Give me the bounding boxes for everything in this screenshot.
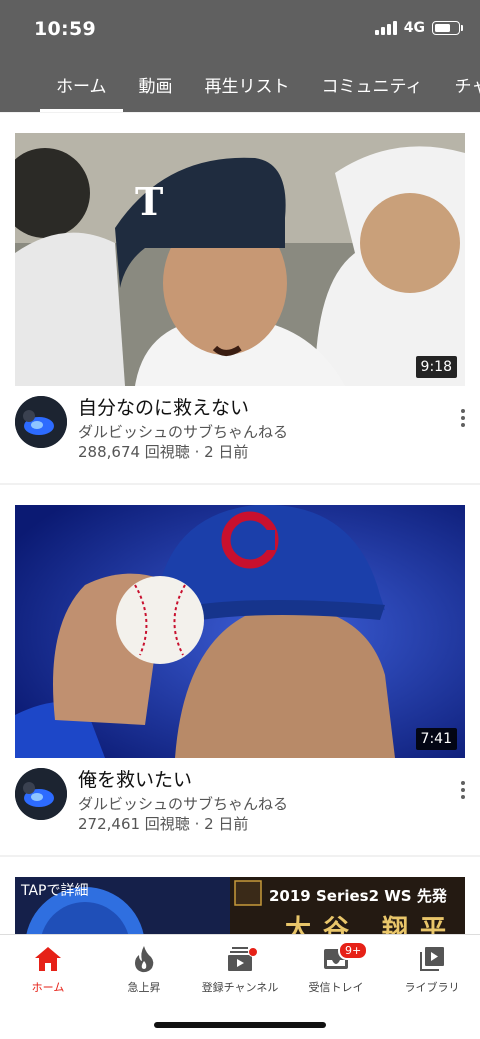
status-time: 10:59: [34, 18, 96, 40]
video-thumbnail[interactable]: T 9:18: [15, 133, 465, 386]
nav-library[interactable]: ライブラリ: [384, 945, 480, 995]
cubs-pitcher-thumbnail: [15, 505, 465, 758]
status-bar: 10:59 4G: [0, 0, 480, 58]
video-stats: 288,674 回視聴 · 2 日前: [78, 443, 249, 461]
tab-playlists[interactable]: 再生リスト: [189, 58, 306, 112]
network-label: 4G: [403, 20, 425, 36]
home-indicator[interactable]: [154, 1022, 326, 1028]
nav-trending[interactable]: 急上昇: [96, 945, 192, 995]
video-card[interactable]: 7:41 俺を救いたい ダルビッシュのサブちゃんねる 272,461 回視聴 ·…: [0, 485, 480, 855]
promo-tap-label: TAPで詳細: [21, 883, 89, 899]
channel-name: ダルビッシュのサブちゃんねる: [78, 423, 289, 441]
channel-avatar[interactable]: [15, 396, 67, 448]
video-duration: 9:18: [415, 356, 457, 378]
channel-avatar[interactable]: [15, 768, 67, 820]
tab-videos[interactable]: 動画: [123, 58, 189, 112]
channel-name: ダルビッシュのサブちゃんねる: [78, 795, 289, 813]
tab-home[interactable]: ホーム: [40, 58, 123, 112]
notification-dot: [248, 947, 258, 957]
app-header: 10:59 4G ホーム 動画 再生リスト コミュニティ チャンネル: [0, 0, 480, 112]
video-thumbnail[interactable]: 7:41: [15, 505, 465, 758]
crying-pitcher-thumbnail: T: [15, 133, 465, 386]
promo-banner[interactable]: TAPで詳細 2019 Series2 WS 先発 大谷 翔平: [15, 877, 465, 935]
more-options-icon[interactable]: [460, 781, 466, 799]
library-icon: [420, 947, 444, 971]
nav-inbox[interactable]: 9+ 受信トレイ: [288, 941, 384, 995]
video-title[interactable]: 俺を救いたい: [78, 768, 440, 792]
inbox-badge: 9+: [338, 941, 369, 960]
svg-text:T: T: [135, 179, 163, 224]
home-icon: [35, 947, 61, 971]
promo-big-text: 大谷 翔平: [285, 915, 459, 935]
video-stats: 272,461 回視聴 · 2 日前: [78, 815, 249, 833]
promo-title: 2019 Series2 WS 先発: [269, 887, 447, 905]
video-card[interactable]: T 9:18 自分なのに救えない ダルビッシュのサブちゃんねる 288,674 …: [0, 113, 480, 483]
channel-tabs: ホーム 動画 再生リスト コミュニティ チャンネル: [0, 58, 480, 112]
nav-home[interactable]: ホーム: [0, 945, 96, 995]
tab-channels[interactable]: チャンネル: [438, 58, 480, 112]
video-duration: 7:41: [415, 728, 457, 750]
signal-icon: [374, 21, 397, 35]
trending-flame-icon: [135, 946, 154, 973]
video-card[interactable]: TAPで詳細 2019 Series2 WS 先発 大谷 翔平: [0, 857, 480, 935]
video-title[interactable]: 自分なのに救えない: [78, 396, 440, 420]
tab-community[interactable]: コミュニティ: [306, 58, 439, 112]
more-options-icon[interactable]: [460, 409, 466, 427]
nav-subscriptions[interactable]: 登録チャンネル: [192, 945, 288, 995]
battery-icon: [432, 21, 463, 35]
